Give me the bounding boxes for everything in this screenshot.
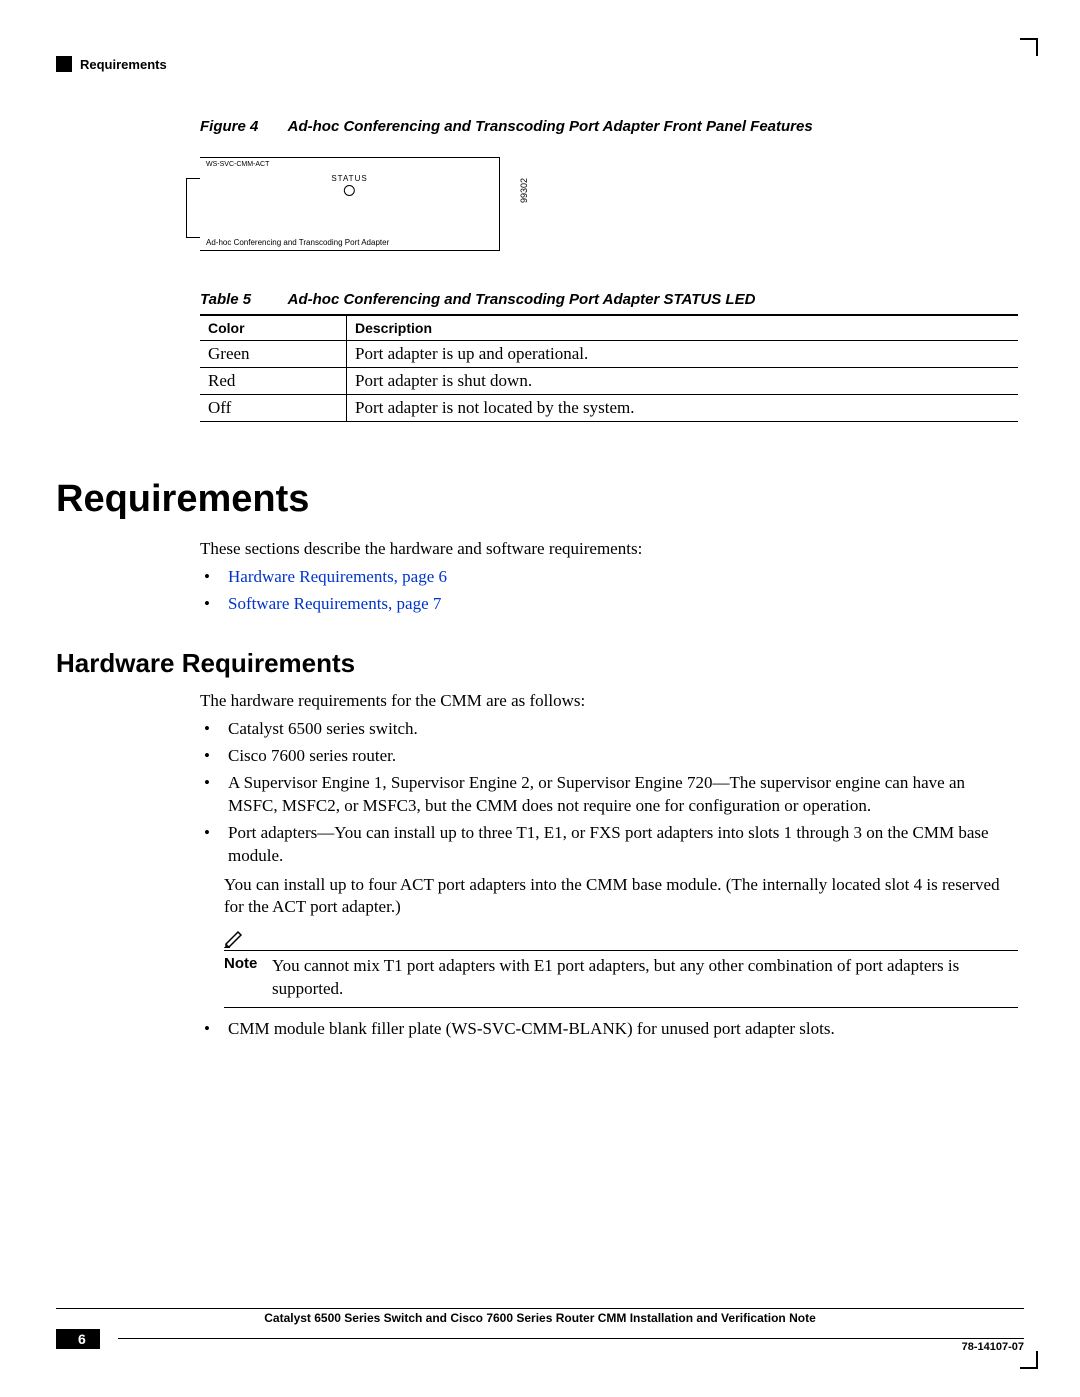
header-marker-icon	[56, 56, 72, 72]
list-item: • Cisco 7600 series router.	[200, 745, 1018, 768]
diagram-status-label: STATUS	[331, 174, 367, 183]
hw-bullet-text: Cisco 7600 series router.	[228, 745, 396, 768]
bullet-icon: •	[200, 1018, 228, 1041]
list-item: • Catalyst 6500 series switch.	[200, 718, 1018, 741]
table-number: Table 5	[200, 291, 284, 308]
page: Requirements Figure 4 Ad-hoc Conferencin…	[0, 0, 1080, 1397]
hw-bullet-text: CMM module blank filler plate (WS-SVC-CM…	[228, 1018, 835, 1041]
link-software-requirements[interactable]: Software Requirements, page 7	[228, 593, 441, 616]
list-item: • A Supervisor Engine 1, Supervisor Engi…	[200, 772, 1018, 818]
table-cell-desc: Port adapter is not located by the syste…	[347, 395, 1019, 422]
requirements-link-list: • Hardware Requirements, page 6 • Softwa…	[200, 566, 1018, 616]
list-item: • Software Requirements, page 7	[200, 593, 1018, 616]
footer-bar: 6 78-14107-07	[56, 1329, 1024, 1349]
crop-mark-bottom-right	[1020, 1351, 1038, 1369]
table-row: Green Port adapter is up and operational…	[200, 341, 1018, 368]
table-cell-color: Off	[200, 395, 347, 422]
table-row: Red Port adapter is shut down.	[200, 368, 1018, 395]
bullet-icon: •	[200, 566, 228, 589]
status-led-table: Color Description Green Port adapter is …	[200, 314, 1018, 422]
table-caption: Table 5 Ad-hoc Conferencing and Transcod…	[200, 291, 1018, 308]
hw-bullet-text: A Supervisor Engine 1, Supervisor Engine…	[228, 772, 1018, 818]
bullet-icon: •	[200, 772, 228, 818]
table-cell-desc: Port adapter is up and operational.	[347, 341, 1019, 368]
diagram-reference-number: 99302	[519, 178, 529, 203]
note-rule-bottom	[224, 1007, 1018, 1008]
table-cell-color: Green	[200, 341, 347, 368]
diagram-tab	[186, 178, 200, 238]
footer-rule	[56, 1308, 1024, 1309]
note-label: Note	[224, 955, 272, 1001]
figure-title: Ad-hoc Conferencing and Transcoding Port…	[288, 118, 813, 135]
table-title: Ad-hoc Conferencing and Transcoding Port…	[288, 291, 756, 308]
requirements-intro-block: These sections describe the hardware and…	[200, 538, 1018, 620]
list-item: • CMM module blank filler plate (WS-SVC-…	[200, 1018, 1018, 1041]
hw-bullet-list: • Catalyst 6500 series switch. • Cisco 7…	[200, 718, 1018, 868]
hw-bullet-list-2: • CMM module blank filler plate (WS-SVC-…	[200, 1018, 1018, 1041]
table-header-color: Color	[200, 315, 347, 341]
heading-requirements: Requirements	[56, 478, 309, 521]
header-section-title: Requirements	[80, 57, 167, 72]
hw-bullet-text: Port adapters—You can install up to thre…	[228, 822, 1018, 868]
bullet-icon: •	[200, 593, 228, 616]
table-cell-desc: Port adapter is shut down.	[347, 368, 1019, 395]
running-header: Requirements	[56, 56, 1024, 72]
footer-doc-title: Catalyst 6500 Series Switch and Cisco 76…	[56, 1311, 1024, 1325]
note-pencil-icon	[224, 928, 248, 948]
heading-hardware-requirements: Hardware Requirements	[56, 648, 355, 679]
bullet-icon: •	[200, 822, 228, 868]
table-cell-color: Red	[200, 368, 347, 395]
figure-caption: Figure 4 Ad-hoc Conferencing and Transco…	[200, 118, 1018, 135]
hardware-requirements-block: The hardware requirements for the CMM ar…	[200, 690, 1018, 1045]
crop-mark-top-right	[1020, 38, 1038, 56]
diagram-model-label: WS-SVC-CMM-ACT	[206, 161, 269, 168]
diagram-frame: WS-SVC-CMM-ACT STATUS Ad-hoc Conferencin…	[200, 157, 500, 251]
table-header-row: Color Description	[200, 315, 1018, 341]
list-item: • Hardware Requirements, page 6	[200, 566, 1018, 589]
note-text: You cannot mix T1 port adapters with E1 …	[272, 955, 1018, 1001]
hw-intro-text: The hardware requirements for the CMM ar…	[200, 690, 1018, 712]
bullet-icon: •	[200, 718, 228, 741]
content-area: Figure 4 Ad-hoc Conferencing and Transco…	[200, 118, 1018, 460]
list-item: • Port adapters—You can install up to th…	[200, 822, 1018, 868]
footer-doc-number: 78-14107-07	[962, 1341, 1024, 1353]
figure-diagram: WS-SVC-CMM-ACT STATUS Ad-hoc Conferencin…	[200, 153, 520, 263]
note-box: Note You cannot mix T1 port adapters wit…	[224, 928, 1018, 1008]
table-row: Off Port adapter is not located by the s…	[200, 395, 1018, 422]
status-led-icon	[344, 185, 355, 196]
bullet-icon: •	[200, 745, 228, 768]
page-footer: Catalyst 6500 Series Switch and Cisco 76…	[56, 1308, 1024, 1349]
footer-page-number: 6	[56, 1329, 100, 1349]
table-header-description: Description	[347, 315, 1019, 341]
hw-paragraph: You can install up to four ACT port adap…	[224, 874, 1018, 918]
hw-bullet-text: Catalyst 6500 series switch.	[228, 718, 418, 741]
footer-line	[118, 1338, 1024, 1339]
note-content: Note You cannot mix T1 port adapters wit…	[224, 951, 1018, 1001]
figure-number: Figure 4	[200, 118, 284, 135]
diagram-status-group: STATUS	[331, 174, 367, 196]
requirements-intro-text: These sections describe the hardware and…	[200, 538, 1018, 560]
diagram-description-label: Ad-hoc Conferencing and Transcoding Port…	[206, 238, 389, 247]
link-hardware-requirements[interactable]: Hardware Requirements, page 6	[228, 566, 447, 589]
